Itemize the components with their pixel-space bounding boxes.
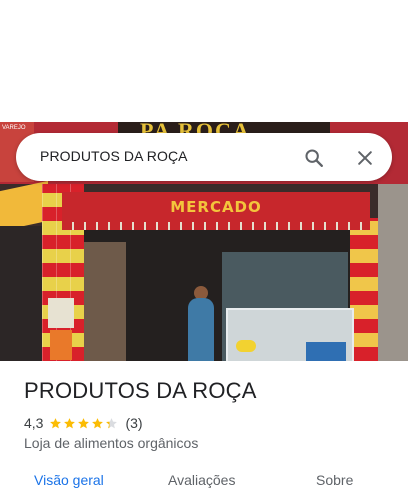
star-icon <box>106 417 118 428</box>
tab-reviews[interactable]: Avaliações <box>168 472 235 488</box>
photo-poster <box>50 330 72 360</box>
tab-overview[interactable]: Visão geral <box>34 472 104 488</box>
place-info-panel: PRODUTOS DA ROÇA 4,3 (3) Loja de aliment… <box>0 361 408 488</box>
top-blank-area <box>0 0 408 122</box>
photo-right-wall <box>378 184 408 361</box>
star-icon <box>92 417 104 428</box>
photo-yellow-awning <box>0 180 48 232</box>
star-icon <box>64 417 76 428</box>
search-bar[interactable]: PRODUTOS DA ROÇA <box>16 133 392 181</box>
photo-person <box>188 298 214 361</box>
place-tabs: Visão geral Avaliações Sobre <box>0 472 408 492</box>
tab-about[interactable]: Sobre <box>316 472 353 488</box>
photo-crate <box>306 342 346 361</box>
rating-stars <box>49 417 119 430</box>
photo-awning-frill <box>62 222 370 230</box>
photo-bananas <box>236 340 256 352</box>
place-title: PRODUTOS DA ROÇA <box>24 378 257 403</box>
rating-value: 4,3 <box>24 415 44 431</box>
star-icon <box>78 417 90 428</box>
star-icon <box>50 417 62 428</box>
photo-right-tiles <box>350 218 378 361</box>
photo-awning-text: MERCADO <box>170 198 262 216</box>
photo-shelf <box>84 242 126 361</box>
photo-left-sign-text: VAREJO <box>2 125 26 131</box>
rating-row[interactable]: 4,3 (3) <box>24 414 143 432</box>
search-icon[interactable] <box>303 147 325 169</box>
photo-poster <box>48 298 74 328</box>
close-icon[interactable] <box>355 148 375 168</box>
review-count[interactable]: (3) <box>125 415 142 431</box>
search-input[interactable]: PRODUTOS DA ROÇA <box>40 148 188 164</box>
photo-left-rack <box>0 226 42 361</box>
place-category[interactable]: Loja de alimentos orgânicos <box>24 435 198 451</box>
